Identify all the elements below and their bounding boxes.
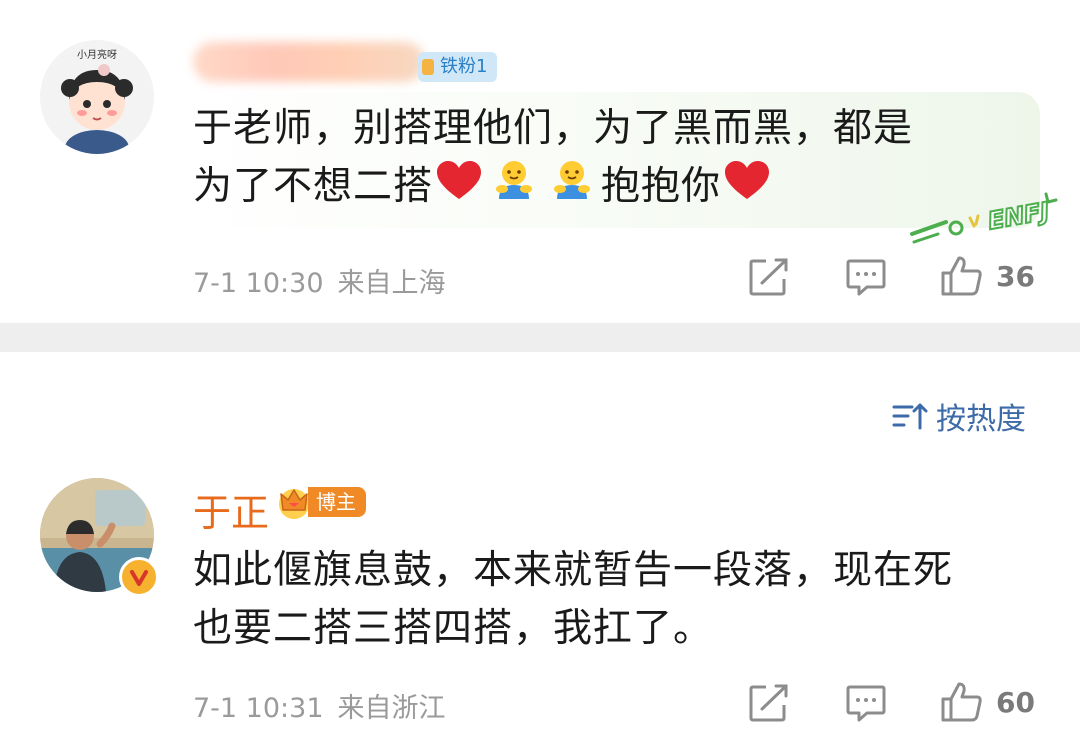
comment-text-line: 于老师，别搭理他们，为了黑而黑，都是 (193, 106, 914, 151)
avatar-caption: 小月亮呀 (77, 48, 117, 61)
crown-icon (279, 489, 309, 519)
comment-icon (846, 259, 886, 296)
avatar-cartoon-girl-icon: 小月亮呀 (40, 40, 154, 154)
comment-text-fragment: 抱抱你 (601, 164, 722, 209)
comment-location: 来自浙江 (337, 693, 446, 724)
heart-emoji-icon (725, 160, 770, 218)
sort-by-hot-button[interactable]: 按热度 (892, 394, 1026, 438)
medal-icon (422, 59, 434, 75)
avatar[interactable]: 小月亮呀 (40, 40, 154, 154)
hug-emoji-icon (549, 159, 595, 218)
comment-text-line: 如此偃旗息鼓，本来就暂告一段落，现在死 (193, 548, 954, 593)
comment-time: 7-1 10:30 (193, 268, 324, 299)
like-button[interactable]: 36 (940, 255, 1035, 297)
comment-button[interactable] (845, 258, 887, 298)
like-icon (941, 682, 982, 722)
enfj-sticker-icon: ENFJ (910, 192, 1058, 244)
section-divider (0, 323, 1080, 352)
like-icon (941, 256, 982, 296)
comment-button[interactable] (845, 684, 887, 724)
fan-badge: 铁粉1 (418, 52, 498, 82)
comment-meta: 7-1 10:30 来自上海 (193, 261, 460, 300)
repost-button[interactable] (748, 683, 790, 723)
fan-badge-label: 铁粉1 (440, 56, 488, 77)
username-blurred[interactable] (193, 42, 425, 82)
comment-text-fragment: 为了不想二搭 (193, 164, 434, 209)
comment-text-line: 也要二搭三搭四搭，我扛了。 (193, 606, 714, 651)
repost-button[interactable] (748, 257, 790, 297)
comment-time: 7-1 10:31 (193, 693, 324, 724)
like-button[interactable]: 60 (940, 681, 1035, 723)
author-name[interactable]: 于正 (193, 482, 269, 537)
sort-label: 按热度 (936, 402, 1026, 437)
verified-icon (119, 557, 159, 597)
hug-emoji-icon (491, 159, 537, 218)
like-count: 36 (996, 259, 1035, 293)
enfj-sticker-text: ENFJ (986, 197, 1052, 235)
comment-meta: 7-1 10:31 来自浙江 (193, 686, 460, 725)
heart-emoji-icon (437, 160, 482, 218)
blogger-badge-label: 博主 (308, 487, 366, 517)
comment-location: 来自上海 (337, 268, 446, 299)
comment-text: 如此偃旗息鼓，本来就暂告一段落，现在死 也要二搭三搭四搭，我扛了。 (193, 542, 1045, 658)
sort-icon (892, 403, 928, 430)
repost-icon (749, 258, 788, 296)
comment-icon (846, 685, 886, 722)
like-count: 60 (996, 685, 1035, 719)
repost-icon (749, 684, 788, 722)
blogger-badge: 博主 (276, 484, 366, 520)
